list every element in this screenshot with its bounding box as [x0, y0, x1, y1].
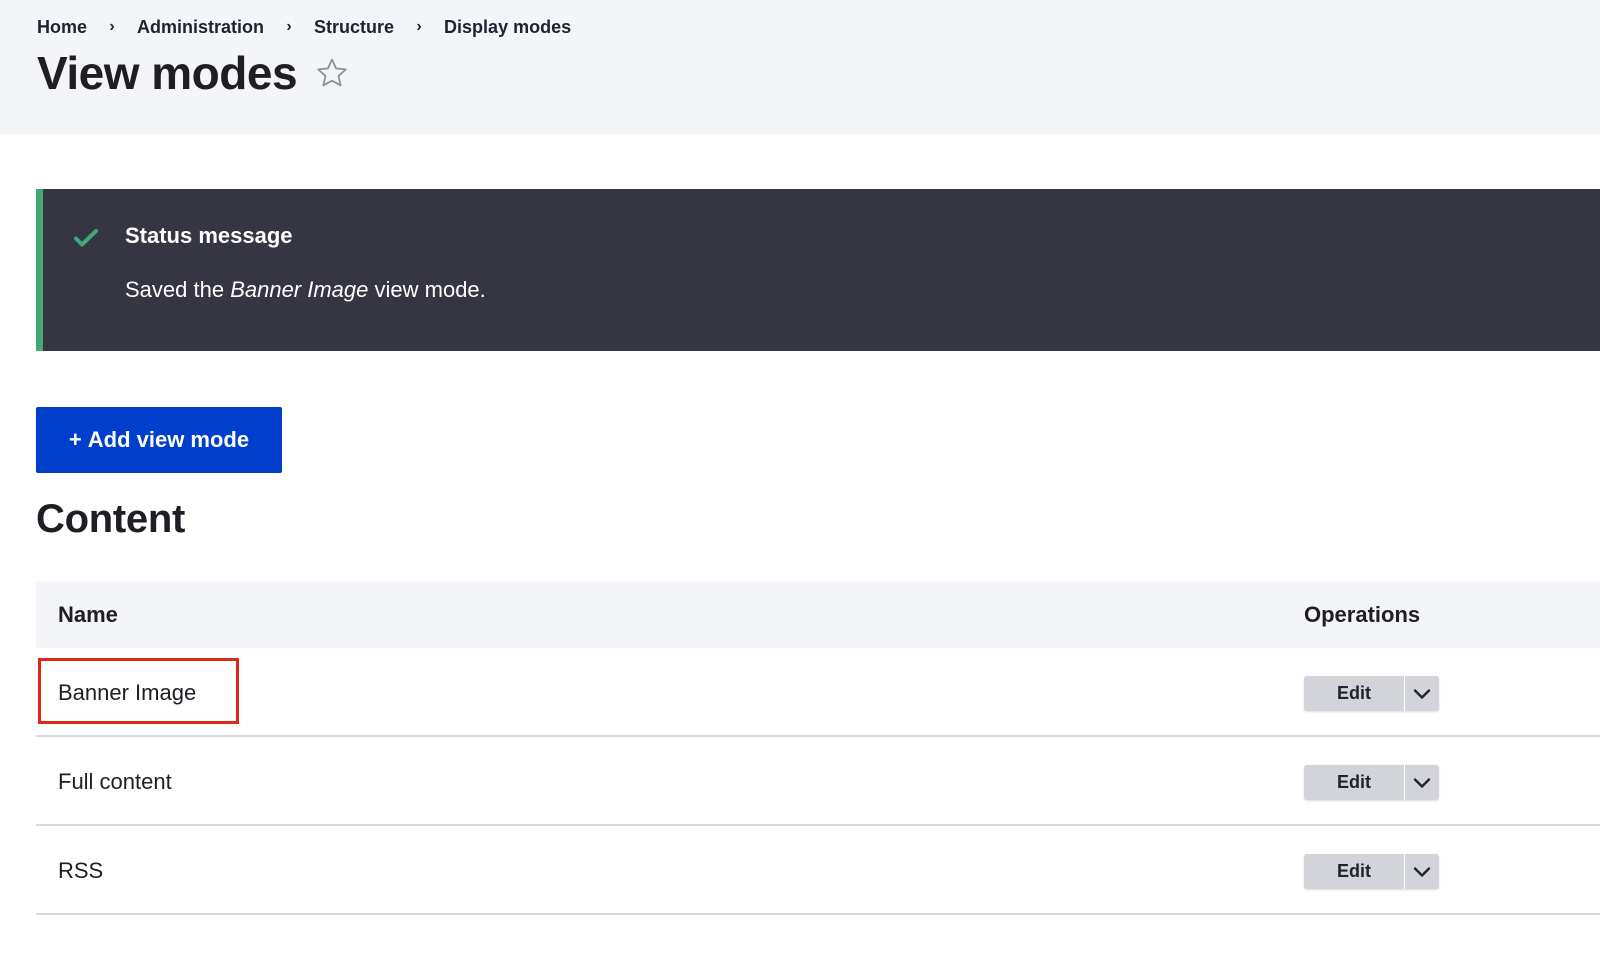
add-view-mode-label: Add view mode — [87, 427, 250, 452]
edit-button[interactable]: Edit — [1304, 854, 1404, 889]
status-text-suffix: view mode. — [368, 277, 486, 302]
section-title: Content — [36, 497, 185, 541]
breadcrumb-administration[interactable]: Administration — [137, 17, 264, 38]
operations-dropdown-toggle[interactable] — [1405, 676, 1439, 711]
status-message: Status message Saved the Banner Image vi… — [36, 189, 1600, 351]
page-title-row: View modes — [37, 44, 349, 102]
page-title: View modes — [37, 47, 298, 99]
edit-button[interactable]: Edit — [1304, 765, 1404, 800]
operations-dropdown-toggle[interactable] — [1405, 765, 1439, 800]
table-row: RSS Edit — [36, 826, 1600, 915]
add-view-mode-button[interactable]: + Add view mode — [36, 407, 282, 473]
row-name[interactable]: Banner Image — [58, 680, 196, 706]
row-name[interactable]: Full content — [58, 769, 172, 795]
page-header: Home › Administration › Structure › Disp… — [0, 0, 1600, 134]
edit-button[interactable]: Edit — [1304, 676, 1404, 711]
breadcrumb-structure[interactable]: Structure — [314, 17, 394, 38]
breadcrumb-separator: › — [286, 18, 292, 35]
table-row: Full content Edit — [36, 737, 1600, 826]
plus-icon: + — [68, 427, 82, 452]
status-text: Saved the Banner Image view mode. — [125, 277, 486, 303]
breadcrumb-home[interactable]: Home — [37, 17, 87, 38]
operations-split-button: Edit — [1304, 854, 1439, 889]
chevron-down-icon — [1413, 866, 1431, 877]
row-name[interactable]: RSS — [58, 858, 103, 884]
operations-split-button: Edit — [1304, 765, 1439, 800]
status-title: Status message — [125, 223, 293, 248]
breadcrumb: Home › Administration › Structure › Disp… — [37, 16, 571, 38]
chevron-down-icon — [1413, 777, 1431, 788]
table-row: Banner Image Edit — [36, 648, 1600, 737]
column-header-operations: Operations — [1304, 602, 1421, 627]
view-modes-table: Name Operations Banner Image Edit Full c… — [36, 581, 1600, 915]
table-header: Name Operations — [36, 581, 1600, 648]
status-text-emphasis: Banner Image — [230, 277, 369, 302]
breadcrumb-display-modes[interactable]: Display modes — [444, 17, 571, 38]
star-outline-icon[interactable] — [315, 56, 349, 90]
chevron-down-icon — [1413, 688, 1431, 699]
breadcrumb-separator: › — [109, 18, 115, 35]
breadcrumb-separator: › — [416, 18, 422, 35]
check-icon — [73, 227, 99, 249]
status-text-prefix: Saved the — [125, 277, 231, 302]
operations-split-button: Edit — [1304, 676, 1439, 711]
operations-dropdown-toggle[interactable] — [1405, 854, 1439, 889]
column-header-name: Name — [58, 602, 118, 627]
